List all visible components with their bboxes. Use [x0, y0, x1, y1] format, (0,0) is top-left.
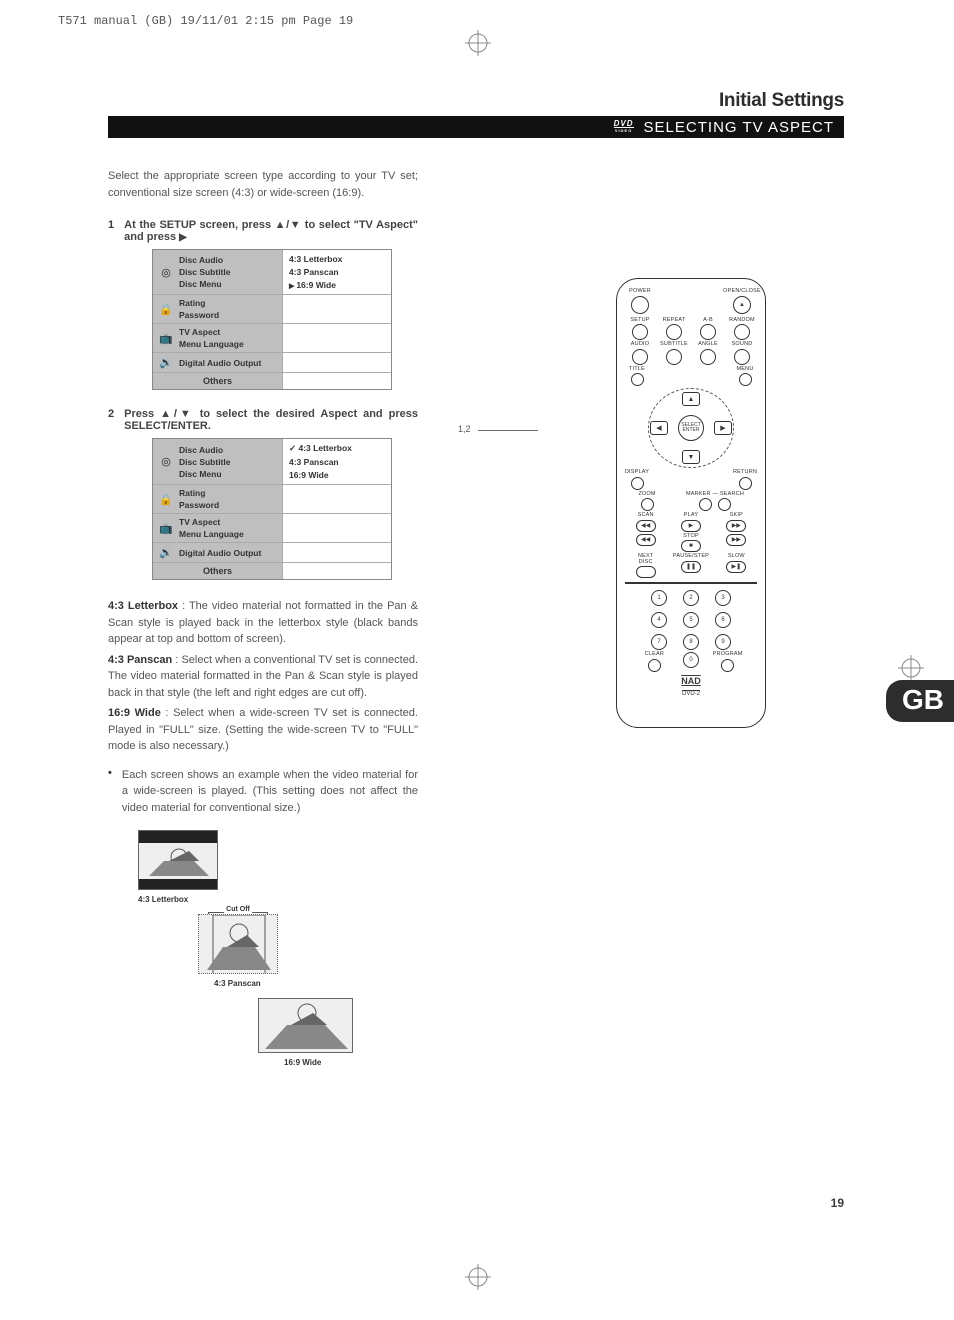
step-1-text: At the SETUP screen, press ▲/▼ to select…: [124, 219, 418, 243]
slow-button-icon: ▶❚: [726, 561, 746, 573]
example-wide-label: 16:9 Wide: [258, 1058, 418, 1067]
dpad-left-icon: ◀: [650, 421, 668, 435]
right-column: 1,2 POWER OPEN/CLOSE▲ SETUP REPEAT A-B R…: [448, 168, 844, 1073]
crop-mark-bottom: [465, 1264, 491, 1290]
clear-button-icon: [648, 659, 661, 672]
disc-icon: ◎: [159, 266, 173, 279]
return-button-icon: [739, 477, 752, 490]
setup-menu-1: ◎ Disc AudioDisc SubtitleDisc Menu 4:3 L…: [152, 249, 392, 390]
desc-letterbox: 4:3 Letterbox : The video material not f…: [108, 598, 418, 648]
left-column: Select the appropriate screen type accor…: [108, 168, 418, 1073]
section-title: Initial Settings: [108, 90, 844, 112]
remote-brand: NAD: [623, 676, 759, 686]
cutoff-label: Cut Off: [224, 906, 252, 913]
step-2-text: Press ▲/▼ to select the desired Aspect a…: [124, 408, 418, 432]
angle-button-icon: [700, 349, 716, 365]
note-bullet: • Each screen shows an example when the …: [108, 767, 418, 817]
num-0-icon: 0: [683, 652, 699, 668]
sound-button-icon: [734, 349, 750, 365]
scan-back2-icon: ◀◀: [636, 534, 656, 546]
ab-button-icon: [700, 324, 716, 340]
num-2-icon: 2: [683, 590, 699, 606]
power-button-icon: [631, 296, 649, 314]
dpad-up-icon: ▲: [682, 392, 700, 406]
dvd-logo-icon: DVDVIDEO: [614, 121, 634, 134]
dpad: SELECT ENTER ▲ ▼ ◀ ▶: [636, 388, 746, 468]
example-letterbox-label: 4:3 Letterbox: [138, 895, 418, 904]
search-button-icon: [718, 498, 731, 511]
num-7-icon: 7: [651, 634, 667, 650]
zoom-button-icon: [641, 498, 654, 511]
step-1: 1 At the SETUP screen, press ▲/▼ to sele…: [108, 219, 418, 390]
remote-diagram: POWER OPEN/CLOSE▲ SETUP REPEAT A-B RANDO…: [616, 278, 766, 728]
setup-button-icon: [632, 324, 648, 340]
remote-model: DVD-2: [682, 690, 700, 697]
setup-menu-2: ◎ Disc AudioDisc SubtitleDisc Menu 4:3 L…: [152, 438, 392, 580]
num-8-icon: 8: [683, 634, 699, 650]
language-tab: GB: [886, 680, 954, 722]
subsection-bar: DVDVIDEO SELECTING TV ASPECT: [108, 116, 844, 138]
select-enter-button-icon: SELECT ENTER: [678, 415, 704, 441]
skip-fwd2-icon: ▶▶: [726, 534, 746, 546]
selected-option: 16:9 Wide: [289, 280, 385, 290]
step-2: 2 Press ▲/▼ to select the desired Aspect…: [108, 408, 418, 580]
crop-mark-top: [465, 30, 491, 56]
example-panscan-label: 4:3 Panscan: [198, 979, 418, 988]
tv-icon: 📺: [159, 332, 173, 345]
play-arrow-icon: ▶: [179, 232, 187, 243]
crop-mark-right: [898, 655, 924, 681]
intro-text: Select the appropriate screen type accor…: [108, 168, 418, 201]
num-4-icon: 4: [651, 612, 667, 628]
pause-button-icon: ❚❚: [681, 561, 701, 573]
marker-button-icon: [699, 498, 712, 511]
num-5-icon: 5: [683, 612, 699, 628]
subtitle-button-icon: [666, 349, 682, 365]
desc-wide: 16:9 Wide : Select when a wide-screen TV…: [108, 705, 418, 755]
example-wide-image: [258, 998, 353, 1053]
page-number: 19: [831, 1196, 844, 1210]
random-button-icon: [734, 324, 750, 340]
stop-button-icon: ■: [681, 540, 701, 552]
step-1-number: 1: [108, 219, 114, 243]
repeat-button-icon: [666, 324, 682, 340]
num-9-icon: 9: [715, 634, 731, 650]
num-6-icon: 6: [715, 612, 731, 628]
lock-icon: 🔒: [159, 303, 173, 316]
example-letterbox-image: [138, 830, 218, 890]
title-button-icon: [631, 373, 644, 386]
num-3-icon: 3: [715, 590, 731, 606]
desc-panscan: 4:3 Panscan : Select when a conventional…: [108, 652, 418, 702]
next-disc-icon: [636, 566, 656, 578]
skip-fwd-icon: ▶▶: [726, 520, 746, 532]
example-panscan-image: [198, 914, 278, 974]
step-2-number: 2: [108, 408, 114, 432]
aspect-examples: 4:3 Letterbox Cut Off 4:3 Panscan: [108, 830, 418, 1067]
dpad-right-icon: ▶: [714, 421, 732, 435]
open-close-button-icon: ▲: [733, 296, 751, 314]
print-header: T571 manual (GB) 19/11/01 2:15 pm Page 1…: [58, 14, 353, 28]
play-button-icon: ▶: [681, 520, 701, 532]
callout-label: 1,2: [458, 424, 471, 434]
dpad-down-icon: ▼: [682, 450, 700, 464]
display-button-icon: [631, 477, 644, 490]
callout-line: [478, 430, 538, 431]
menu-button-icon: [739, 373, 752, 386]
program-button-icon: [721, 659, 734, 672]
page-content: Initial Settings DVDVIDEO SELECTING TV A…: [108, 90, 844, 1210]
num-1-icon: 1: [651, 590, 667, 606]
audio-button-icon: [632, 349, 648, 365]
subsection-title: SELECTING TV ASPECT: [644, 119, 834, 136]
checked-option: 4:3 Letterbox: [289, 443, 385, 454]
audio-out-icon: 🔊: [159, 356, 173, 369]
scan-back-icon: ◀◀: [636, 520, 656, 532]
